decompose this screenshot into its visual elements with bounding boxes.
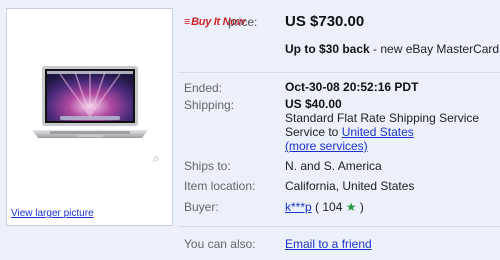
buyer-label: Buyer: bbox=[184, 200, 219, 214]
item-location-label: Item location: bbox=[184, 179, 256, 193]
ended-label: Ended: bbox=[184, 81, 223, 95]
you-can-also-label: You can also: bbox=[184, 237, 256, 251]
shipping-service-to: Service to United States bbox=[285, 125, 414, 139]
shipping-method: Standard Flat Rate Shipping Service bbox=[285, 111, 480, 125]
divider bbox=[178, 226, 500, 227]
view-larger-picture-link[interactable]: View larger picture bbox=[11, 208, 94, 219]
shipping-cost: US $40.00 bbox=[285, 97, 342, 111]
email-to-friend-link[interactable]: Email to a friend bbox=[285, 237, 372, 251]
magnify-icon[interactable]: ⌕ bbox=[153, 151, 160, 166]
ended-value: Oct-30-08 20:52:16 PDT bbox=[285, 80, 419, 94]
item-photo-frame: ⌕ View larger picture bbox=[6, 8, 173, 226]
shipping-label: Shipping: bbox=[184, 98, 235, 112]
united-states-link[interactable]: United States bbox=[342, 125, 414, 139]
divider bbox=[178, 72, 500, 73]
buyer-name-link[interactable]: k***p bbox=[285, 200, 312, 214]
arrow-icon: ≡ bbox=[184, 16, 191, 28]
buyer-value: k***p ( 104 ★ ) bbox=[285, 200, 364, 214]
price-value: US $730.00 bbox=[285, 13, 365, 30]
laptop-photo[interactable] bbox=[30, 64, 150, 149]
ships-to-label: Ships to: bbox=[184, 159, 231, 173]
ships-to-value: N. and S. America bbox=[285, 159, 382, 173]
more-services-link[interactable]: (more services) bbox=[285, 139, 368, 153]
feedback-star-icon[interactable]: ★ bbox=[346, 200, 357, 214]
item-location-value: California, United States bbox=[285, 179, 415, 193]
mastercard-promo[interactable]: Up to $30 back - new eBay MasterCard bbox=[285, 42, 499, 56]
price-label: price: bbox=[228, 15, 258, 29]
